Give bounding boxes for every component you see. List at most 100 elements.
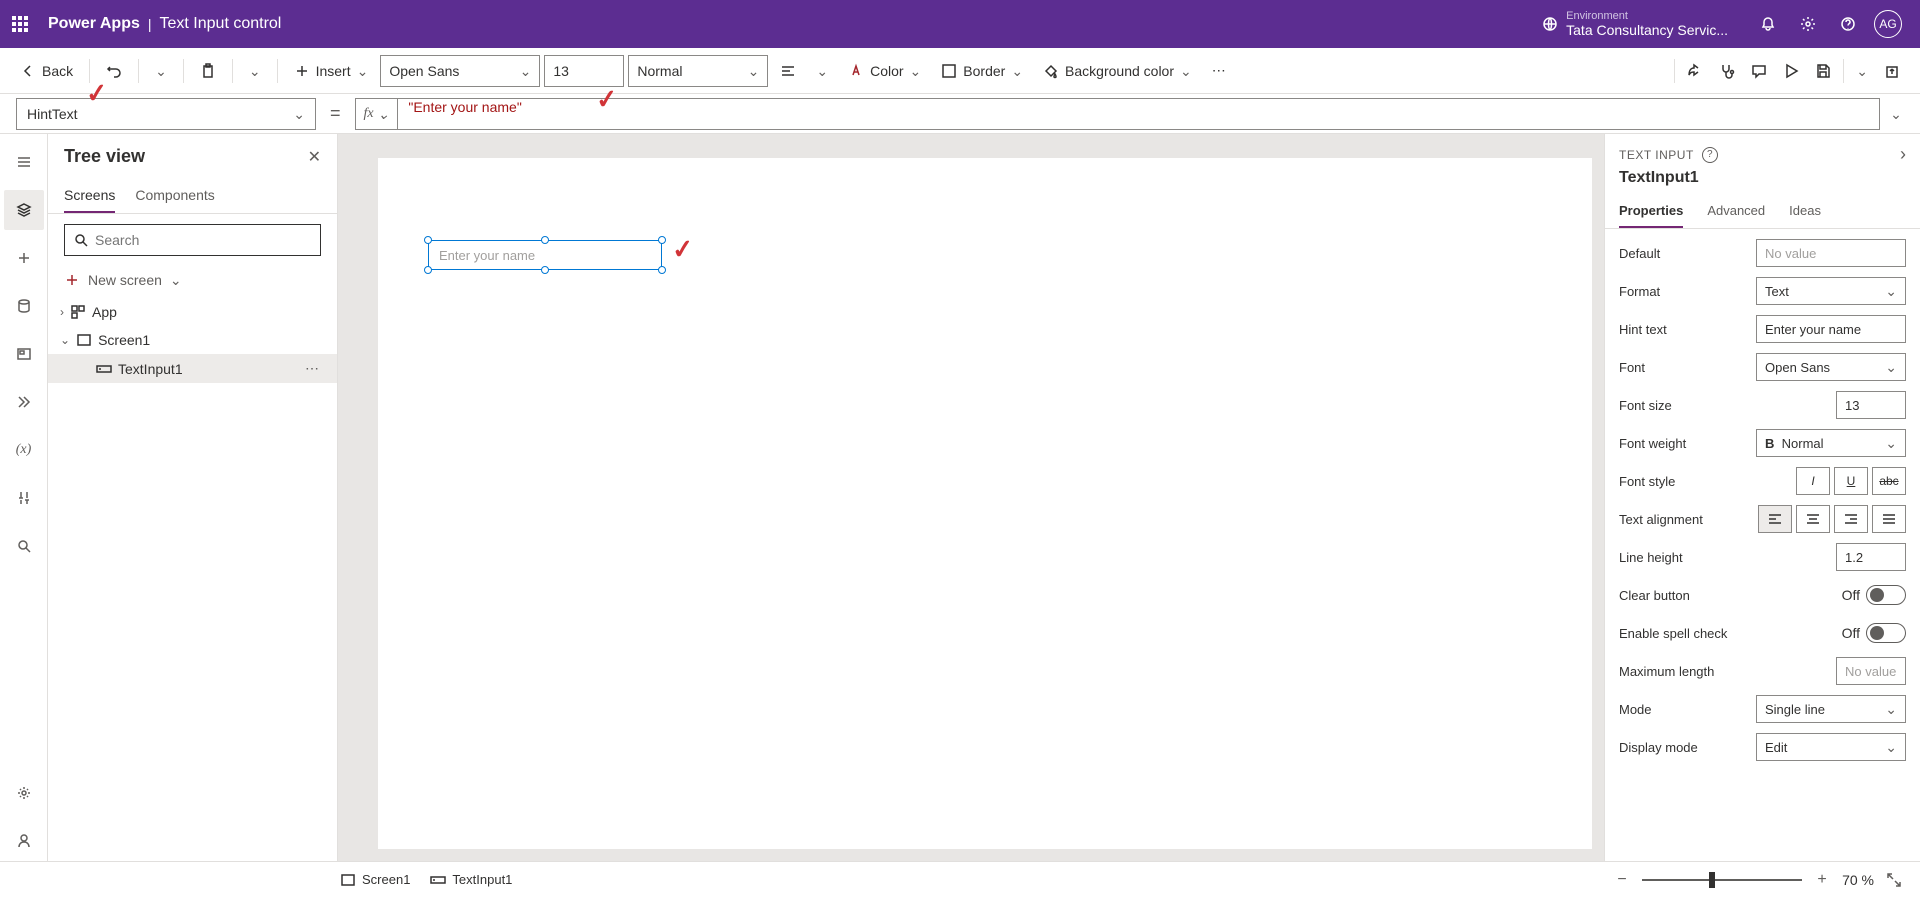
resize-handle[interactable]	[658, 236, 666, 244]
align-right-button[interactable]	[1834, 505, 1868, 533]
publish-button[interactable]	[1876, 59, 1908, 83]
undo-button[interactable]	[98, 59, 130, 83]
share-button[interactable]	[1679, 59, 1711, 83]
font-select[interactable]: Open Sans	[380, 55, 540, 87]
new-screen-button[interactable]: New screen	[48, 266, 337, 294]
help-icon[interactable]: ?	[1702, 147, 1718, 163]
hamburger-button[interactable]	[4, 142, 44, 182]
underline-button[interactable]: U	[1834, 467, 1868, 495]
zoom-out-button[interactable]: −	[1612, 870, 1632, 890]
variables-button[interactable]: (x)	[4, 430, 44, 470]
align-left-button[interactable]	[1758, 505, 1792, 533]
resize-handle[interactable]	[541, 236, 549, 244]
align-button[interactable]	[772, 59, 804, 83]
status-control-label: TextInput1	[452, 872, 512, 887]
tree-item-screen[interactable]: ⌄ Screen1	[48, 326, 337, 354]
expand-formula-button[interactable]	[1880, 98, 1912, 130]
prop-default-input[interactable]: No value	[1756, 239, 1906, 267]
back-button[interactable]: Back	[12, 59, 81, 83]
canvas-area[interactable]: Enter your name ✓	[338, 134, 1604, 861]
resize-handle[interactable]	[424, 266, 432, 274]
publish-icon	[1884, 63, 1900, 79]
property-select[interactable]: HintText	[16, 98, 316, 130]
media-pane-button[interactable]	[4, 334, 44, 374]
virtual-agent-button[interactable]	[4, 821, 44, 861]
resize-handle[interactable]	[424, 236, 432, 244]
prop-display-label: Display mode	[1619, 740, 1698, 755]
settings-pane-button[interactable]	[4, 773, 44, 813]
settings-button[interactable]	[1788, 4, 1828, 44]
tree-item-app[interactable]: › App	[48, 298, 337, 326]
zoom-slider[interactable]	[1642, 879, 1802, 881]
power-automate-button[interactable]	[4, 382, 44, 422]
status-screen[interactable]: Screen1	[340, 872, 410, 888]
tree-item-textinput[interactable]: TextInput1 ⋯	[48, 354, 337, 383]
fx-button[interactable]: fx	[355, 98, 398, 130]
play-icon	[1783, 63, 1799, 79]
textinput-control[interactable]: Enter your name	[428, 240, 662, 270]
environment-picker[interactable]: Environment Tata Consultancy Servic...	[1542, 10, 1728, 38]
zoom-in-button[interactable]: +	[1812, 870, 1832, 890]
align-split-button[interactable]	[808, 60, 836, 82]
collapse-panel-button[interactable]: ›	[1900, 144, 1906, 165]
search-button[interactable]	[4, 526, 44, 566]
resize-handle[interactable]	[541, 266, 549, 274]
prop-mode-select[interactable]: Single line	[1756, 695, 1906, 723]
undo-split-button[interactable]	[147, 60, 175, 82]
tree-item-label: Screen1	[98, 332, 150, 348]
spellcheck-toggle[interactable]	[1866, 623, 1906, 643]
prop-displaymode-select[interactable]: Edit	[1756, 733, 1906, 761]
comments-button[interactable]	[1743, 59, 1775, 83]
app-checker-button[interactable]	[1711, 59, 1743, 83]
border-button[interactable]: Border	[933, 59, 1031, 83]
prop-hint-input[interactable]: Enter your name	[1756, 315, 1906, 343]
tree-view-title: Tree view	[64, 146, 145, 167]
prop-format-select[interactable]: Text	[1756, 277, 1906, 305]
preview-button[interactable]	[1775, 59, 1807, 83]
close-tree-button[interactable]: ✕	[308, 147, 321, 167]
tree-item-more-button[interactable]: ⋯	[305, 360, 319, 377]
prop-lineheight-input[interactable]: 1.2	[1836, 543, 1906, 571]
advanced-tools-button[interactable]	[4, 478, 44, 518]
toggle-state: Off	[1842, 625, 1860, 641]
align-justify-button[interactable]	[1872, 505, 1906, 533]
font-weight-select[interactable]: Normal	[628, 55, 768, 87]
save-button[interactable]	[1807, 59, 1839, 83]
color-button[interactable]: Color	[840, 59, 929, 83]
help-button[interactable]	[1828, 4, 1868, 44]
fit-to-screen-button[interactable]	[1884, 870, 1904, 890]
more-commands-button[interactable]: ⋯	[1204, 58, 1234, 83]
tree-search-input[interactable]	[95, 232, 312, 248]
tab-ideas[interactable]: Ideas	[1789, 195, 1821, 228]
tab-screens[interactable]: Screens	[64, 179, 115, 213]
align-center-button[interactable]	[1796, 505, 1830, 533]
bg-color-button[interactable]: Background color	[1035, 59, 1200, 83]
paste-split-button[interactable]	[241, 60, 269, 82]
insert-button[interactable]: Insert	[286, 59, 377, 83]
formula-input[interactable]: "Enter your name"	[397, 98, 1880, 130]
account-button[interactable]: AG	[1868, 4, 1908, 44]
italic-button[interactable]: I	[1796, 467, 1830, 495]
status-control[interactable]: TextInput1	[430, 872, 512, 888]
prop-fontweight-select[interactable]: B Normal	[1756, 429, 1906, 457]
tab-components[interactable]: Components	[135, 179, 214, 213]
tree-search[interactable]	[64, 224, 321, 256]
app-launcher-icon[interactable]	[12, 16, 28, 32]
prop-font-select[interactable]: Open Sans	[1756, 353, 1906, 381]
tree-view-button[interactable]	[4, 190, 44, 230]
notifications-button[interactable]	[1748, 4, 1788, 44]
data-pane-button[interactable]	[4, 286, 44, 326]
save-split-button[interactable]	[1848, 60, 1876, 82]
prop-maxlen-input[interactable]: No value	[1836, 657, 1906, 685]
design-canvas[interactable]: Enter your name ✓	[378, 158, 1592, 849]
paste-button[interactable]	[192, 59, 224, 83]
tab-properties[interactable]: Properties	[1619, 195, 1683, 228]
strikethrough-button[interactable]: abc	[1872, 467, 1906, 495]
font-size-input[interactable]: 13	[544, 55, 624, 87]
prop-fontsize-input[interactable]: 13	[1836, 391, 1906, 419]
tab-advanced[interactable]: Advanced	[1707, 195, 1765, 228]
resize-handle[interactable]	[658, 266, 666, 274]
insert-pane-button[interactable]	[4, 238, 44, 278]
clear-button-toggle[interactable]	[1866, 585, 1906, 605]
layers-icon	[16, 202, 32, 218]
